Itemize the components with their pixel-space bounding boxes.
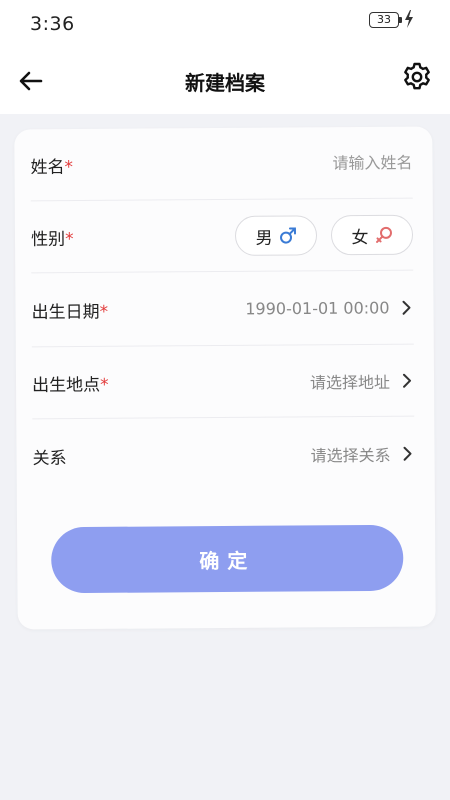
female-symbol-icon: [375, 226, 392, 243]
profile-form-card: 姓名* 性别* 男 女: [14, 126, 436, 630]
birth-date-label: 出生日期*: [31, 297, 108, 323]
new-profile-screen: 3:36 33 新建档案 姓名* 请输入姓名 性别* 男 女 出生日期* 199…: [0, 0, 450, 800]
page-title: 新建档案: [185, 71, 265, 95]
male-symbol-icon: [279, 227, 296, 244]
gender-row: 性别* 男 女: [31, 199, 414, 274]
birth-place-label: 出生地点*: [32, 370, 109, 396]
birth-date-row[interactable]: 出生日期* 1990-01-01 00:00: [31, 271, 414, 348]
relation-label: 关系: [32, 448, 67, 469]
required-mark: *: [99, 302, 109, 323]
birth-place-row[interactable]: 出生地点* 请选择地址: [32, 345, 415, 420]
birth-date-label-text: 出生日期: [31, 302, 100, 323]
name-input[interactable]: [212, 153, 413, 174]
chevron-right-icon: [402, 373, 412, 388]
gear-icon: [404, 62, 430, 90]
relation-row[interactable]: 关系 请选择关系: [32, 417, 415, 494]
battery-tip: [399, 17, 402, 23]
chevron-right-icon: [403, 446, 412, 461]
male-label: 男: [255, 228, 273, 249]
female-label: 女: [351, 227, 369, 248]
relation-value: 请选择关系: [310, 445, 391, 466]
status-bar: 3:36 33: [0, 0, 450, 48]
female-option-button[interactable]: 女: [330, 214, 414, 256]
name-label-text: 姓名: [30, 157, 65, 178]
required-mark: *: [99, 375, 109, 396]
birth-date-value: 1990-01-01 00:00: [245, 298, 390, 319]
required-mark: *: [64, 157, 74, 178]
gender-label-text: 性别: [30, 229, 66, 250]
battery-level: 33: [377, 13, 391, 26]
status-time: 3:36: [30, 13, 75, 35]
battery-icon: 33: [369, 12, 399, 28]
birth-place-value: 请选择地址: [309, 372, 391, 393]
confirm-button[interactable]: 确定: [51, 524, 404, 594]
male-option-button[interactable]: 男: [234, 215, 318, 256]
gender-label: 性别*: [31, 225, 74, 250]
birth-place-label-text: 出生地点: [31, 375, 101, 396]
header-bar: 新建档案: [0, 48, 450, 114]
chevron-right-icon: [402, 300, 411, 315]
required-mark: *: [64, 229, 74, 250]
name-row: 姓名*: [30, 127, 413, 202]
charging-icon: [405, 10, 413, 28]
settings-button[interactable]: [400, 60, 434, 94]
name-label: 姓名*: [30, 153, 73, 178]
